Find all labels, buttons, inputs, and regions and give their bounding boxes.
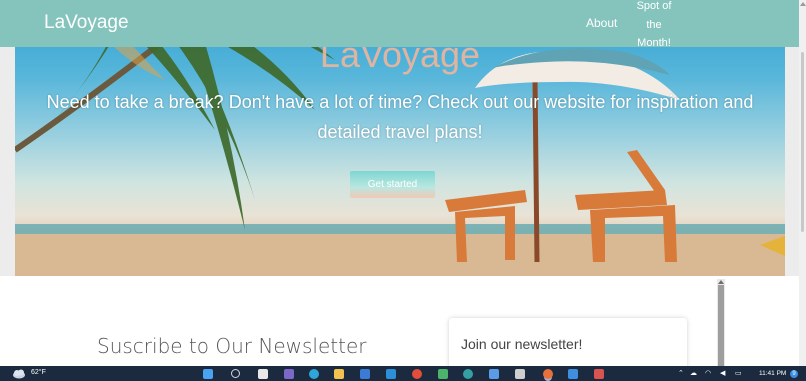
chrome-icon[interactable] bbox=[412, 369, 422, 379]
weather-cloud-icon[interactable] bbox=[12, 367, 26, 379]
weather-temperature: 62°F bbox=[31, 369, 46, 376]
nav-link-spot-line-2: the bbox=[646, 18, 662, 31]
nav-link-about[interactable]: About bbox=[586, 16, 617, 30]
windows-taskbar: 62°F ⌃ ☁ ◠ ◀ ▭ 11:41 PM 9 bbox=[0, 366, 806, 381]
file-explorer-icon[interactable] bbox=[334, 369, 344, 379]
edge-icon[interactable] bbox=[309, 369, 319, 379]
battery-icon[interactable]: ▭ bbox=[735, 369, 742, 377]
page-scrollbar-thumb[interactable] bbox=[801, 52, 804, 232]
app-icon[interactable] bbox=[515, 369, 525, 379]
chevron-up-icon[interactable]: ⌃ bbox=[678, 369, 684, 377]
newsletter-heading: Suscribe to Our Newsletter bbox=[97, 334, 367, 358]
app-icon[interactable] bbox=[568, 369, 578, 379]
scroll-up-arrow-icon[interactable] bbox=[718, 280, 724, 284]
start-icon[interactable] bbox=[203, 369, 213, 379]
nav-link-spot-line-1: Spot of bbox=[636, 0, 672, 12]
app-icon[interactable] bbox=[438, 369, 448, 379]
top-navbar: LaVoyage About Spot of the Month! bbox=[0, 0, 799, 49]
cloud-icon[interactable]: ☁ bbox=[690, 369, 697, 377]
hero-subtitle: Need to take a break? Don't have a lot o… bbox=[46, 92, 754, 142]
notification-badge[interactable]: 9 bbox=[790, 370, 798, 378]
taskbar-clock[interactable]: 11:41 PM bbox=[759, 370, 786, 377]
browser-viewport: LaVoyage Need to take a break? Don't hav… bbox=[0, 0, 799, 366]
app-icon[interactable] bbox=[594, 369, 604, 379]
nav-link-spot-line-3: Month! bbox=[637, 37, 671, 49]
store-icon[interactable] bbox=[360, 369, 370, 379]
app-icon[interactable] bbox=[489, 369, 499, 379]
page-scroll-up-arrow-icon[interactable] bbox=[800, 2, 806, 6]
section-scrollbar[interactable] bbox=[717, 279, 725, 366]
nav-link-spot-of-the-month[interactable]: Spot of the Month! bbox=[628, 0, 680, 53]
newsletter-card-title: Join our newsletter! bbox=[461, 336, 583, 352]
task-view-icon[interactable] bbox=[258, 369, 268, 379]
newsletter-card: Join our newsletter! bbox=[449, 318, 687, 366]
mail-icon[interactable] bbox=[386, 369, 396, 379]
get-started-button[interactable]: Get started bbox=[350, 171, 435, 198]
app-icon[interactable] bbox=[463, 369, 473, 379]
section-scrollbar-thumb[interactable] bbox=[718, 285, 724, 366]
wifi-icon[interactable]: ◠ bbox=[705, 369, 711, 377]
search-icon[interactable] bbox=[231, 369, 240, 378]
chrome-active-icon[interactable] bbox=[543, 369, 553, 379]
brand-logo[interactable]: LaVoyage bbox=[44, 12, 129, 34]
chat-icon[interactable] bbox=[284, 369, 294, 379]
page-scrollbar[interactable] bbox=[799, 0, 806, 366]
volume-icon[interactable]: ◀ bbox=[720, 369, 725, 377]
